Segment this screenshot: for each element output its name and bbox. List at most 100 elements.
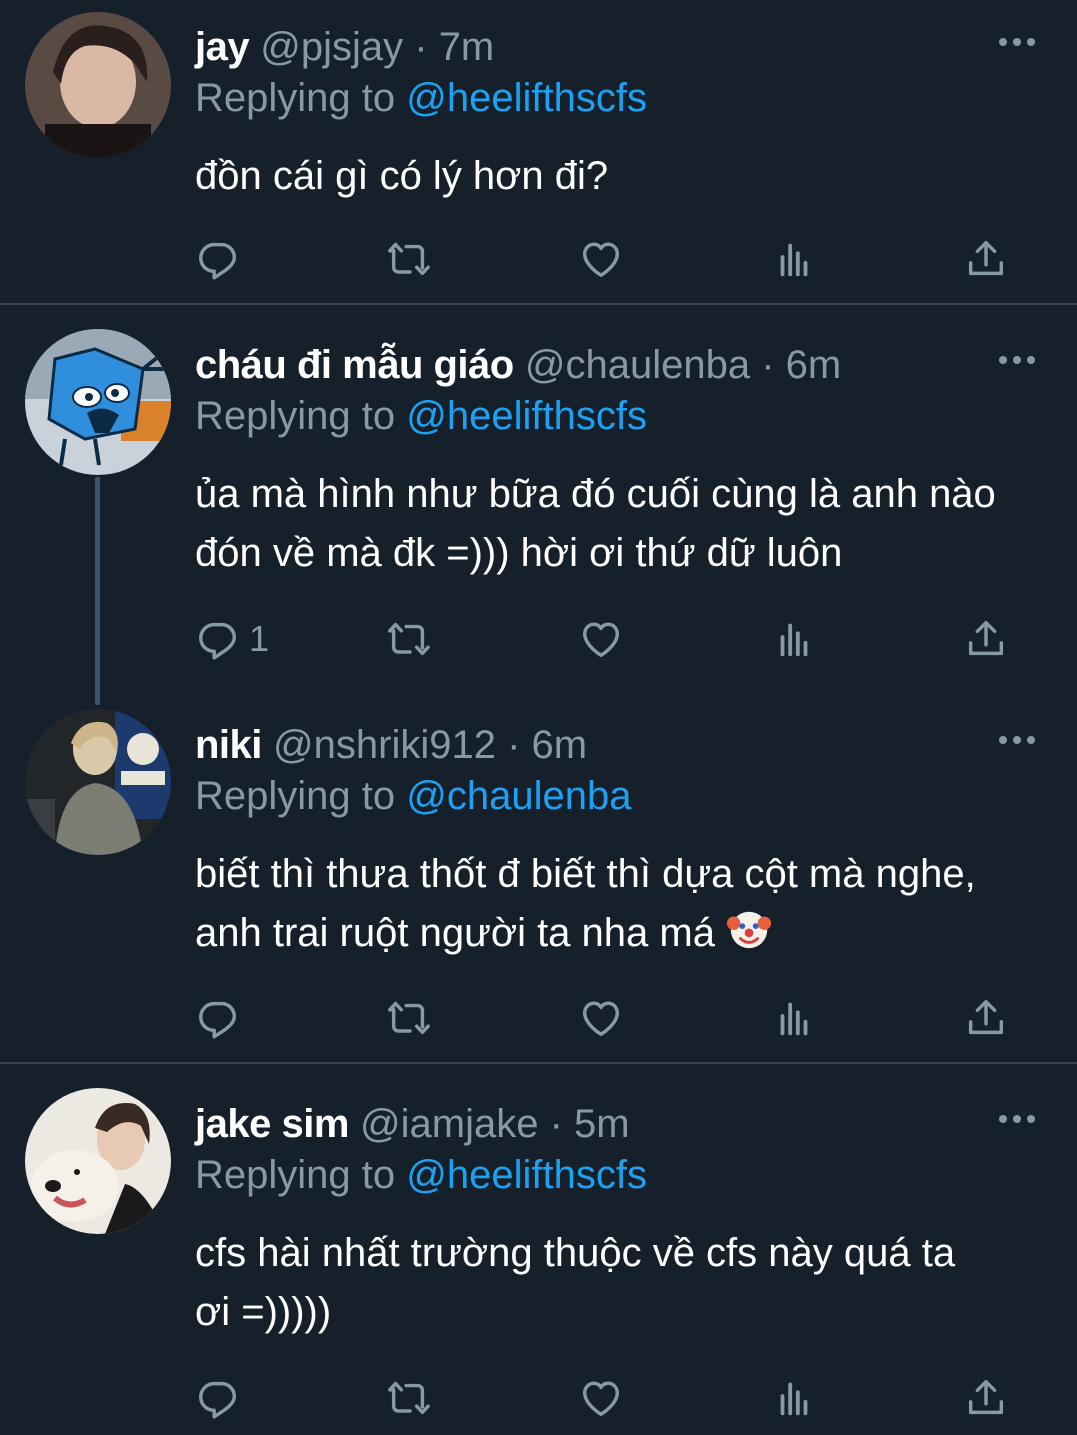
retweet-icon: [386, 995, 432, 1041]
retweet-button[interactable]: [386, 234, 432, 284]
user-handle[interactable]: @nshriki912: [273, 723, 496, 767]
tweet[interactable]: jake sim @iamjake · 5m Replying to @heel…: [0, 1064, 1077, 1435]
timestamp[interactable]: 6m: [786, 343, 842, 387]
share-icon: [963, 236, 1009, 282]
reply-button[interactable]: [195, 1373, 249, 1423]
reply-button[interactable]: [195, 234, 249, 284]
replying-to: Replying to @chaulenba: [195, 766, 631, 826]
reply-icon: [195, 616, 241, 662]
like-icon: [578, 616, 624, 662]
share-icon: [963, 616, 1009, 662]
display-name[interactable]: jake sim: [195, 1102, 349, 1146]
tweet[interactable]: jay @pjsjay · 7m Replying to @heelifthsc…: [0, 0, 1077, 304]
replying-label: Replying to: [195, 394, 396, 438]
analytics-button[interactable]: [771, 993, 817, 1043]
more-icon[interactable]: [999, 32, 1035, 52]
avatar-photo-icon: [25, 709, 171, 855]
tweet[interactable]: niki @nshriki912 · 6m Replying to @chaul…: [0, 705, 1077, 1062]
analytics-button[interactable]: [771, 1373, 817, 1423]
more-icon[interactable]: [999, 1109, 1035, 1129]
clown-face-emoji: [727, 911, 772, 949]
tweet-text-line: anh trai ruột người ta nha má: [195, 904, 1055, 963]
share-icon: [963, 995, 1009, 1041]
avatar-photo-icon: [25, 12, 171, 158]
reply-count: 1: [249, 618, 270, 659]
replying-to: Replying to @heelifthscfs: [195, 68, 647, 128]
thread-line: [95, 477, 100, 705]
like-button[interactable]: [578, 614, 624, 664]
tweet-text: ủa mà hình như bữa đó cuối cùng là anh n…: [195, 465, 1055, 583]
tweet-text: biết thì thưa thốt đ biết thì dựa cột mà…: [195, 845, 1055, 963]
like-icon: [578, 236, 624, 282]
tweet-text-line: đón về mà đk =))) hời ơi thứ dữ luôn: [195, 531, 843, 575]
retweet-button[interactable]: [386, 993, 432, 1043]
share-icon: [963, 1375, 1009, 1421]
tweet[interactable]: cháu đi mẫu giáo @chaulenba · 6m Replyin…: [0, 305, 1077, 705]
timestamp[interactable]: 5m: [574, 1102, 630, 1146]
retweet-button[interactable]: [386, 614, 432, 664]
avatar[interactable]: [25, 329, 171, 475]
analytics-button[interactable]: [771, 234, 817, 284]
tweet-text: đồn cái gì có lý hơn đi?: [195, 154, 609, 198]
tweet-text-line: cfs hài nhất trường thuộc về cfs này quá…: [195, 1231, 956, 1275]
reply-icon: [195, 1375, 241, 1421]
tweet-actions: 1: [195, 614, 1015, 664]
separator: ·: [549, 1102, 563, 1146]
share-button[interactable]: [963, 614, 1009, 664]
tweet-text-line: ơi =))))): [195, 1290, 332, 1334]
reply-button[interactable]: [195, 993, 249, 1043]
mention-link[interactable]: @heelifthscfs: [406, 394, 647, 438]
user-handle[interactable]: @chaulenba: [525, 343, 750, 387]
reply-button[interactable]: 1: [195, 614, 269, 664]
mention-link[interactable]: @chaulenba: [406, 774, 631, 818]
avatar[interactable]: [25, 12, 171, 158]
like-icon: [578, 1375, 624, 1421]
like-button[interactable]: [578, 234, 624, 284]
share-button[interactable]: [963, 993, 1009, 1043]
retweet-button[interactable]: [386, 1373, 432, 1423]
replying-to: Replying to @heelifthscfs: [195, 1145, 647, 1205]
tweet-text-segment: anh trai ruột người ta nha má: [195, 911, 715, 955]
retweet-icon: [386, 616, 432, 662]
tweet-text: cfs hài nhất trường thuộc về cfs này quá…: [195, 1224, 1055, 1342]
separator: ·: [414, 25, 428, 69]
reply-icon: [195, 236, 241, 282]
retweet-icon: [386, 236, 432, 282]
tweet-actions: [195, 234, 1015, 284]
analytics-icon: [771, 1375, 817, 1421]
avatar[interactable]: [25, 1088, 171, 1234]
display-name[interactable]: cháu đi mẫu giáo: [195, 343, 514, 387]
user-handle[interactable]: @iamjake: [360, 1102, 538, 1146]
replying-to: Replying to @heelifthscfs: [195, 386, 647, 446]
like-button[interactable]: [578, 1373, 624, 1423]
user-handle[interactable]: @pjsjay: [260, 25, 403, 69]
analytics-icon: [771, 616, 817, 662]
tweet-text-line: biết thì thưa thốt đ biết thì dựa cột mà…: [195, 852, 976, 896]
more-icon[interactable]: [999, 350, 1035, 370]
mention-link[interactable]: @heelifthscfs: [406, 1153, 647, 1197]
more-icon[interactable]: [999, 730, 1035, 750]
display-name[interactable]: niki: [195, 723, 262, 767]
avatar[interactable]: [25, 709, 171, 855]
avatar-cartoon-icon: [25, 329, 171, 475]
like-icon: [578, 995, 624, 1041]
timestamp[interactable]: 6m: [532, 723, 588, 767]
separator: ·: [761, 343, 775, 387]
avatar-photo-icon: [25, 1088, 171, 1234]
retweet-icon: [386, 1375, 432, 1421]
analytics-button[interactable]: [771, 614, 817, 664]
share-button[interactable]: [963, 1373, 1009, 1423]
tweet-text-line: ủa mà hình như bữa đó cuối cùng là anh n…: [195, 472, 996, 516]
replying-label: Replying to: [195, 76, 396, 120]
share-button[interactable]: [963, 234, 1009, 284]
mention-link[interactable]: @heelifthscfs: [406, 76, 647, 120]
analytics-icon: [771, 995, 817, 1041]
tweet-actions: [195, 993, 1015, 1043]
display-name[interactable]: jay: [195, 25, 250, 69]
timestamp[interactable]: 7m: [439, 25, 495, 69]
analytics-icon: [771, 236, 817, 282]
like-button[interactable]: [578, 993, 624, 1043]
separator: ·: [507, 723, 521, 767]
reply-icon: [195, 995, 241, 1041]
tweet-actions: [195, 1373, 1015, 1423]
